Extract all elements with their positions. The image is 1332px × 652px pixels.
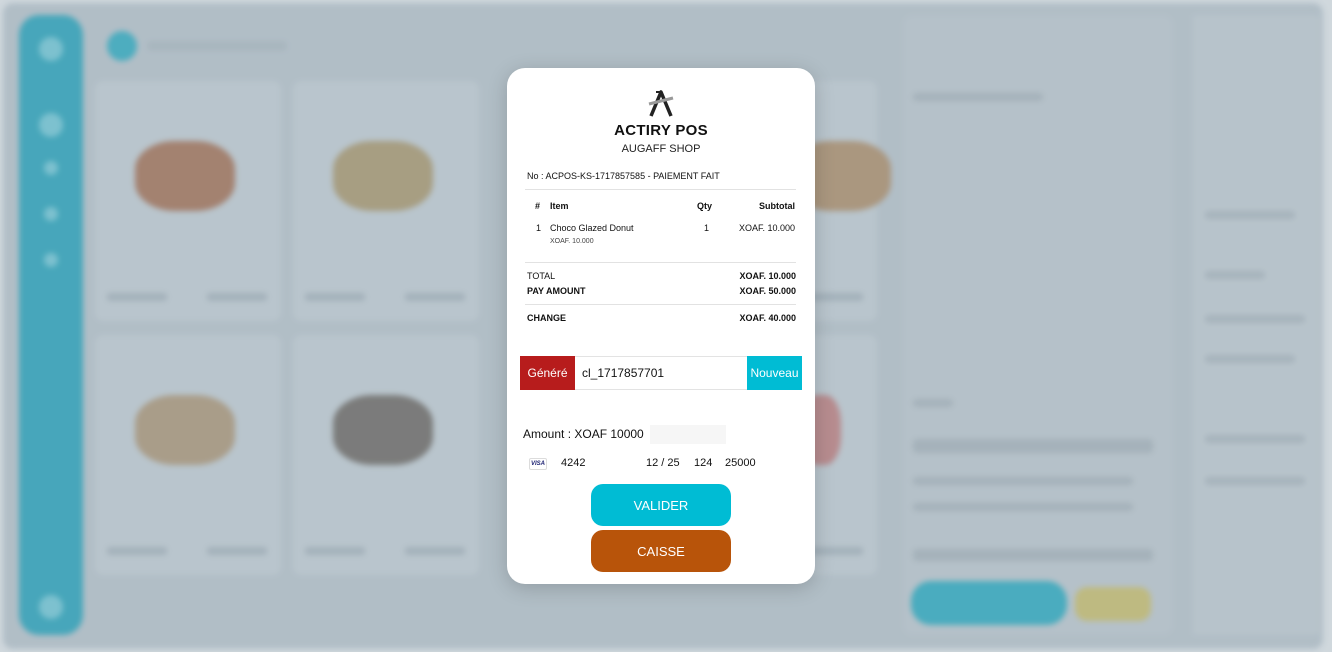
visa-card-icon: VISA (529, 458, 547, 470)
change-value: XOAF. 40.000 (739, 313, 796, 323)
brand-name: ACTIRY POS (614, 122, 708, 139)
generate-client-button[interactable]: Généré (520, 356, 575, 390)
total-label: TOTAL (527, 271, 556, 281)
client-id-input[interactable] (575, 356, 747, 390)
shop-name: AUGAFF SHOP (621, 143, 701, 155)
divider (525, 262, 796, 263)
card-cvc-field[interactable]: 124 (694, 457, 712, 469)
divider (525, 304, 796, 305)
total-value: XOAF. 10.000 (739, 271, 796, 281)
row-item-name: Choco Glazed Donut (550, 223, 634, 233)
col-item: Item (550, 201, 569, 211)
receipt-number: No : ACPOS-KS-1717857585 - PAIEMENT FAIT (527, 171, 720, 181)
new-client-button[interactable]: Nouveau (747, 356, 802, 390)
card-expiry-field[interactable]: 12 / 25 (646, 457, 680, 469)
amount-field (650, 425, 726, 444)
divider (525, 189, 796, 190)
cashier-button[interactable]: CAISSE (591, 530, 731, 572)
actiry-logo-icon (648, 90, 674, 117)
validate-button[interactable]: VALIDER (591, 484, 731, 526)
pay-amount-value: XOAF. 50.000 (739, 286, 796, 296)
card-zip-field[interactable]: 25000 (725, 457, 756, 469)
amount-text: Amount : XOAF 10000 (523, 427, 644, 441)
row-unit-price: XOAF. 10.000 (550, 238, 594, 245)
card-number-field[interactable]: 4242 (561, 457, 585, 469)
col-qty: Qty (697, 201, 713, 211)
row-index: 1 (536, 223, 542, 233)
row-subtotal: XOAF. 10.000 (738, 223, 795, 233)
pay-amount-label: PAY AMOUNT (527, 286, 586, 296)
row-qty: 1 (704, 223, 710, 233)
col-subtotal: Subtotal (759, 201, 795, 211)
col-index: # (535, 201, 541, 211)
receipt-modal: ACTIRY POS AUGAFF SHOP No : ACPOS-KS-171… (507, 68, 815, 584)
change-label: CHANGE (527, 313, 567, 323)
